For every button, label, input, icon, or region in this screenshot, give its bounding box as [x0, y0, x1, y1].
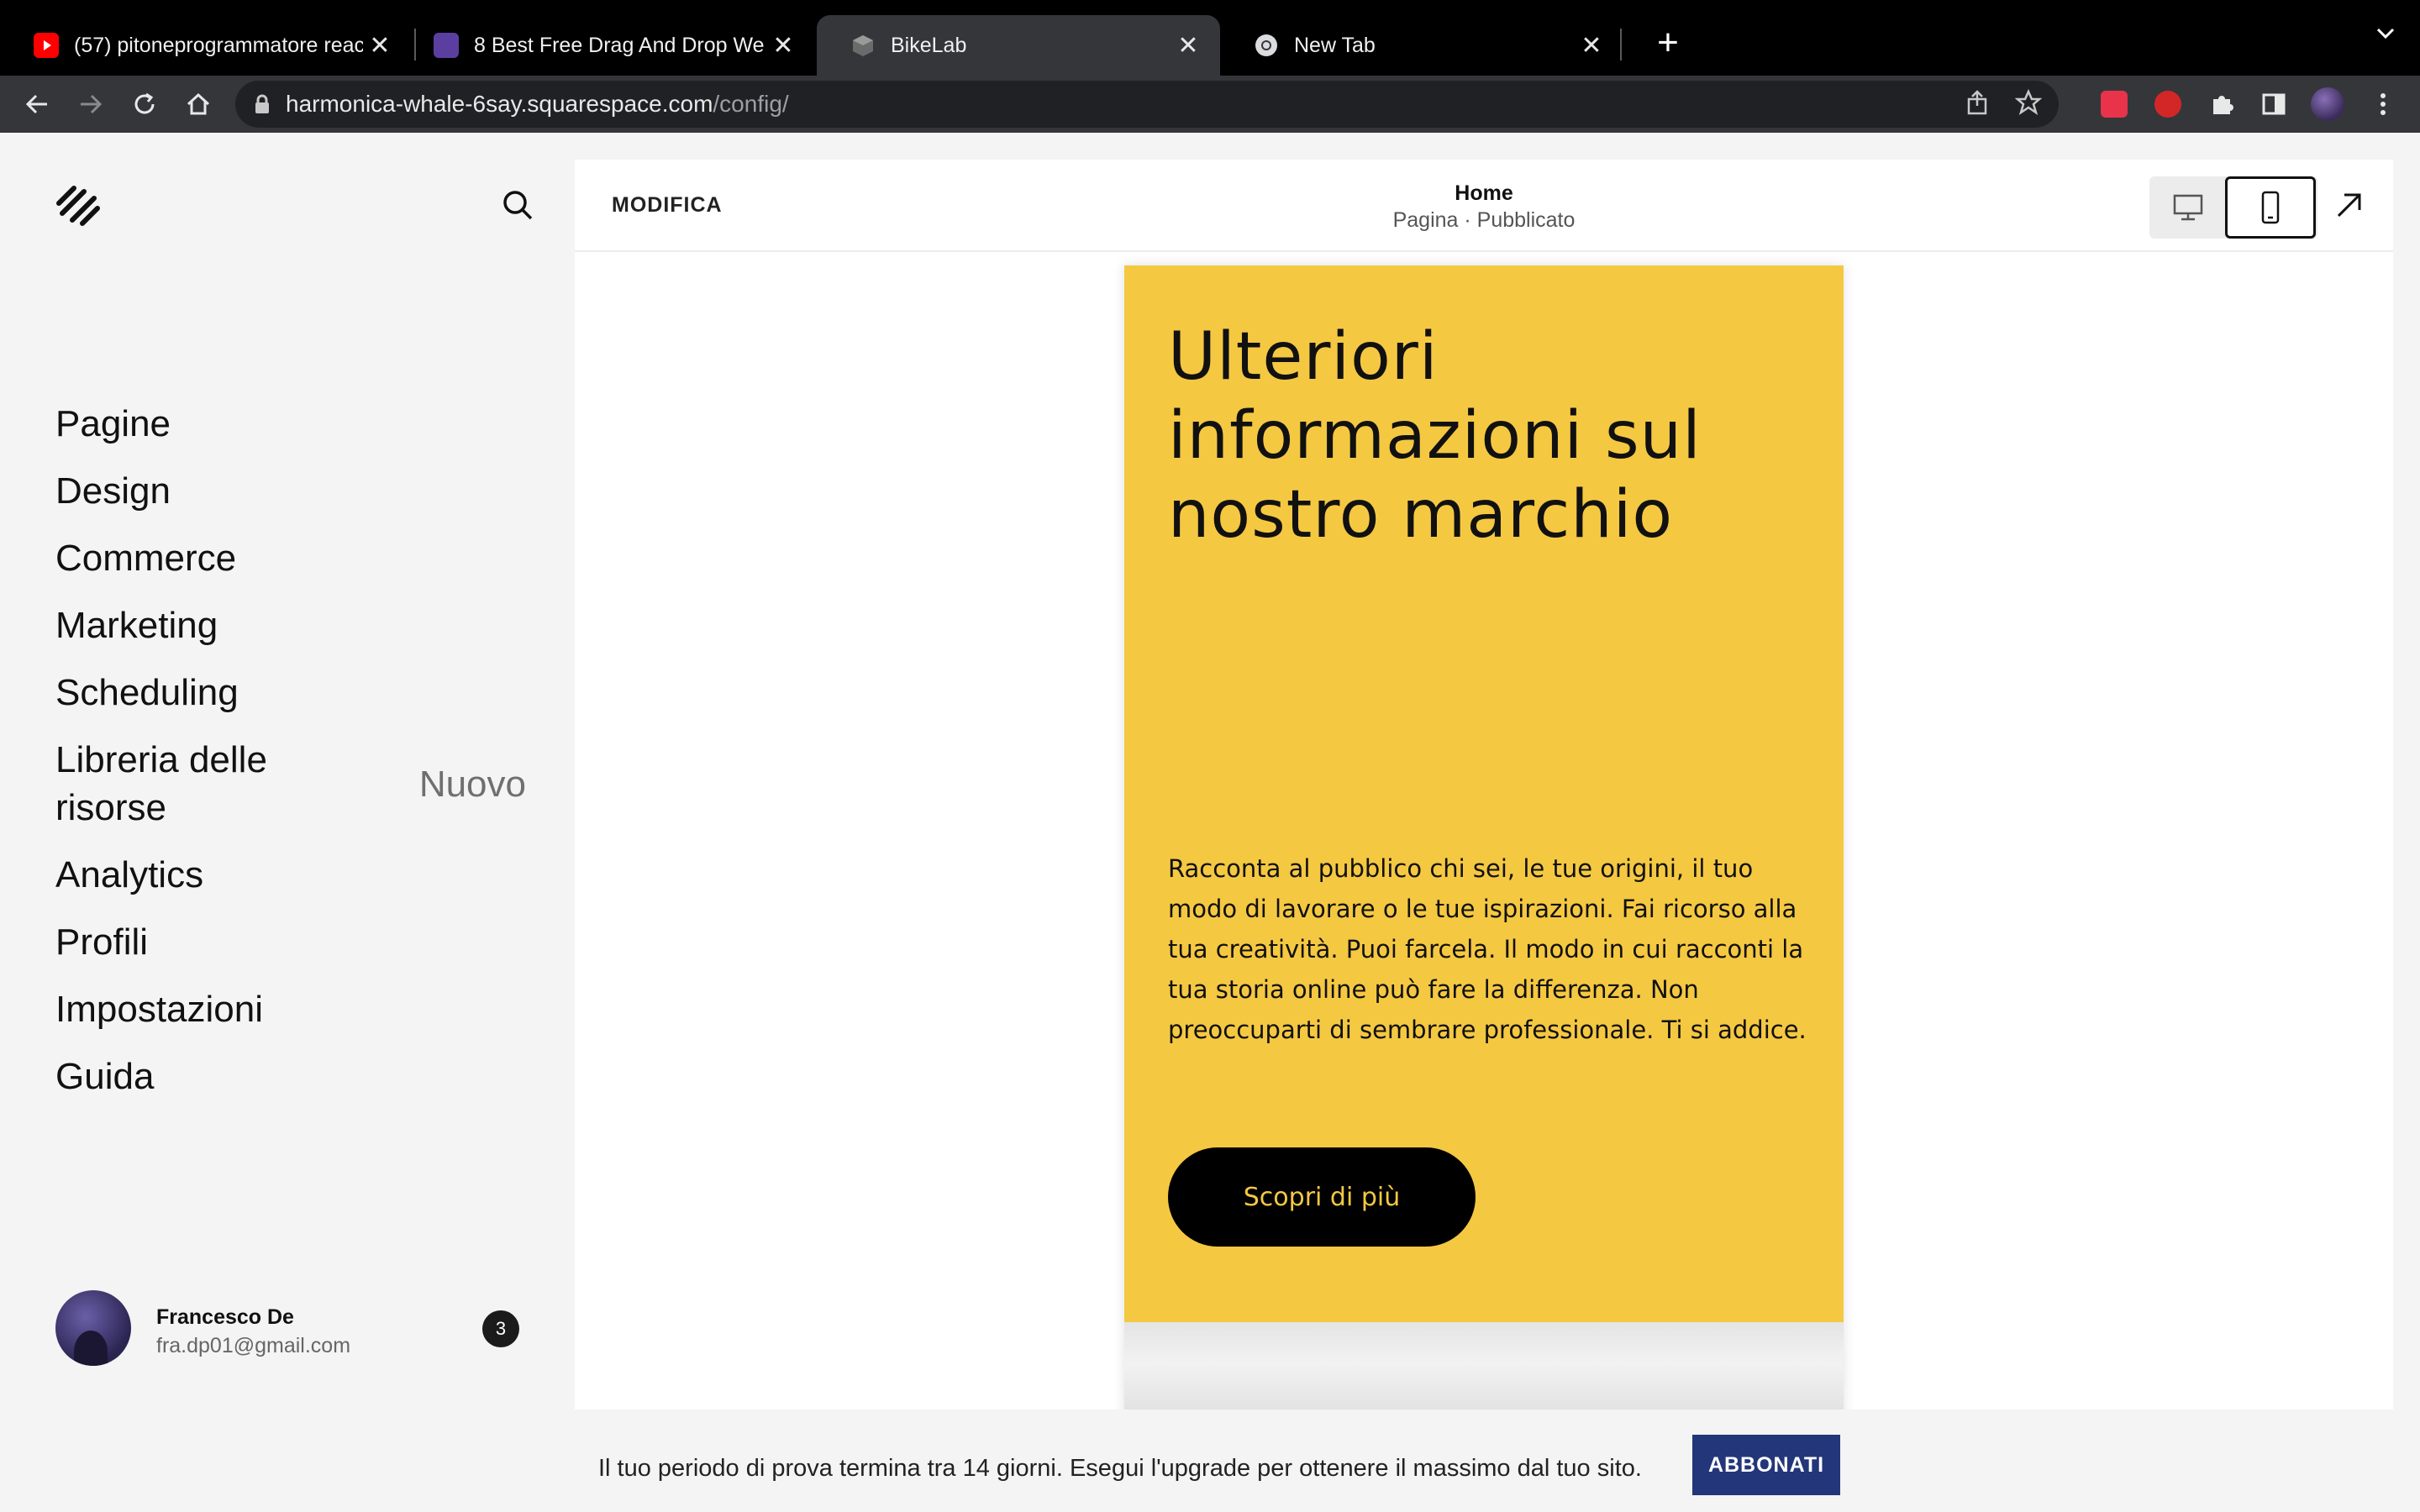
sidebar-item-profili[interactable]: Profili: [55, 918, 526, 966]
close-icon[interactable]: ✕: [1575, 31, 1608, 60]
subscribe-button[interactable]: ABBONATI: [1692, 1435, 1840, 1495]
side-panel-icon[interactable]: [2257, 87, 2291, 121]
reload-icon: [134, 92, 155, 114]
tab-colorlib[interactable]: 8 Best Free Drag And Drop We ✕: [400, 15, 815, 76]
section-heading[interactable]: Ulteriori informazioni sul nostro marchi…: [1168, 318, 1807, 554]
sidebar-item-marketing[interactable]: Marketing: [55, 601, 526, 649]
chrome-icon: [1254, 33, 1279, 58]
editor-header: MODIFICA Home Pagina · Pubblicato: [575, 160, 2393, 252]
address-bar[interactable]: harmonica-whale-6say.squarespace.com/con…: [235, 81, 2059, 128]
sidebar-item-libreria-risorse[interactable]: Libreria delle risorse Nuovo: [55, 736, 526, 832]
mobile-phone-icon: [2261, 191, 2280, 224]
avatar: [55, 1290, 131, 1366]
sidebar-item-commerce[interactable]: Commerce: [55, 534, 526, 582]
sidebar-item-analytics[interactable]: Analytics: [55, 851, 526, 899]
sidebar-item-label: Impostazioni: [55, 989, 264, 1030]
tab-title: BikeLab: [891, 33, 967, 57]
user-name: Francesco De: [156, 1305, 294, 1329]
new-tab-button[interactable]: +: [1643, 18, 1693, 69]
page-title: Home: [1455, 181, 1513, 205]
arrow-right-icon: [81, 94, 103, 114]
sidebar-item-label: Design: [55, 470, 171, 512]
extension-stop-hand-icon[interactable]: [2151, 87, 2185, 121]
sidebar-item-label: Scheduling: [55, 672, 239, 713]
browser-toolbar: harmonica-whale-6say.squarespace.com/con…: [0, 76, 2420, 133]
sidebar-item-label: Marketing: [55, 605, 218, 646]
sidebar-item-label: Profili: [55, 921, 149, 963]
sidebar-item-label: Analytics: [55, 854, 204, 895]
browser-menu-icon[interactable]: [2366, 87, 2400, 121]
close-icon[interactable]: ✕: [363, 31, 397, 60]
page-status: Pagina · Pubblicato: [1392, 208, 1576, 232]
sidebar-item-pagine[interactable]: Pagine: [55, 400, 526, 448]
sidebar: Pagine Design Commerce Marketing Schedul…: [0, 133, 575, 1512]
tab-divider: [1620, 29, 1622, 60]
mobile-view-button[interactable]: [2225, 176, 2316, 239]
search-icon[interactable]: [501, 188, 534, 226]
learn-more-button[interactable]: Scopri di più: [1168, 1147, 1476, 1247]
youtube-icon: [34, 33, 59, 58]
sidebar-item-label: Commerce: [55, 538, 237, 579]
marble-image-section[interactable]: [1124, 1322, 1844, 1410]
forward-button[interactable]: [66, 76, 116, 133]
profile-avatar-icon[interactable]: [2311, 87, 2344, 121]
home-button[interactable]: [173, 76, 224, 133]
device-view-toggle: [2149, 176, 2317, 239]
url-host: harmonica-whale-6say.squarespace.com: [286, 91, 713, 117]
home-icon: [187, 92, 210, 115]
arrow-left-icon: [25, 94, 47, 114]
tab-title: (57) pitoneprogrammatore reac: [74, 33, 363, 57]
tab-title: 8 Best Free Drag And Drop We: [474, 33, 765, 57]
user-email: fra.dp01@gmail.com: [156, 1334, 351, 1357]
sidebar-item-label: Libreria delle risorse: [55, 739, 267, 828]
tab-title: New Tab: [1294, 33, 1376, 57]
sidebar-item-scheduling[interactable]: Scheduling: [55, 669, 526, 717]
trial-message: Il tuo periodo di prova termina tra 14 g…: [598, 1455, 1642, 1482]
url-path: /config/: [713, 91, 789, 117]
section-body-text[interactable]: Racconta al pubblico chi sei, le tue ori…: [1168, 848, 1815, 1050]
tab-youtube[interactable]: (57) pitoneprogrammatore reac ✕: [0, 15, 412, 76]
mobile-preview[interactable]: Ulteriori informazioni sul nostro marchi…: [1124, 265, 1844, 1410]
close-icon[interactable]: ✕: [766, 31, 800, 60]
squarespace-logo-icon[interactable]: [54, 185, 103, 231]
share-icon[interactable]: [1965, 89, 1990, 120]
sidebar-item-label: Pagine: [55, 403, 171, 444]
url-text: harmonica-whale-6say.squarespace.com/con…: [286, 91, 789, 118]
tab-new-tab[interactable]: New Tab ✕: [1220, 15, 1623, 76]
sidebar-item-impostazioni[interactable]: Impostazioni: [55, 985, 526, 1033]
sidebar-item-design[interactable]: Design: [55, 467, 526, 515]
desktop-view-button[interactable]: [2149, 176, 2227, 239]
close-icon[interactable]: ✕: [1171, 31, 1205, 60]
tab-bikelab[interactable]: BikeLab ✕: [817, 15, 1220, 76]
extension-red-grid-icon[interactable]: [2097, 87, 2131, 121]
new-badge: Nuovo: [418, 763, 526, 805]
tab-search-chevron-icon[interactable]: [2375, 22, 2396, 50]
browser-tab-bar: (57) pitoneprogrammatore reac ✕ 8 Best F…: [0, 0, 2420, 76]
bookmark-star-icon[interactable]: [2014, 88, 2043, 120]
trial-banner: Il tuo periodo di prova termina tra 14 g…: [0, 1428, 2420, 1512]
sidebar-item-label: Guida: [55, 1056, 155, 1097]
colorlib-icon: [434, 33, 459, 58]
back-button[interactable]: [12, 76, 62, 133]
lock-icon: [255, 94, 269, 113]
sidebar-nav: Pagine Design Commerce Marketing Schedul…: [55, 400, 526, 1120]
extensions-puzzle-icon[interactable]: [2205, 87, 2238, 121]
open-site-arrow-icon[interactable]: [2334, 190, 2365, 224]
editor-panel: MODIFICA Home Pagina · Pubblicato Ulteri…: [575, 160, 2393, 1410]
desktop-icon: [2173, 194, 2203, 221]
reload-button[interactable]: [119, 76, 170, 133]
squarespace-cube-icon: [850, 33, 876, 58]
sidebar-item-guida[interactable]: Guida: [55, 1053, 526, 1100]
account-panel[interactable]: Francesco De fra.dp01@gmail.com 3: [55, 1290, 526, 1366]
notification-count-badge[interactable]: 3: [482, 1310, 519, 1347]
content-section[interactable]: Ulteriori informazioni sul nostro marchi…: [1124, 265, 1844, 1322]
